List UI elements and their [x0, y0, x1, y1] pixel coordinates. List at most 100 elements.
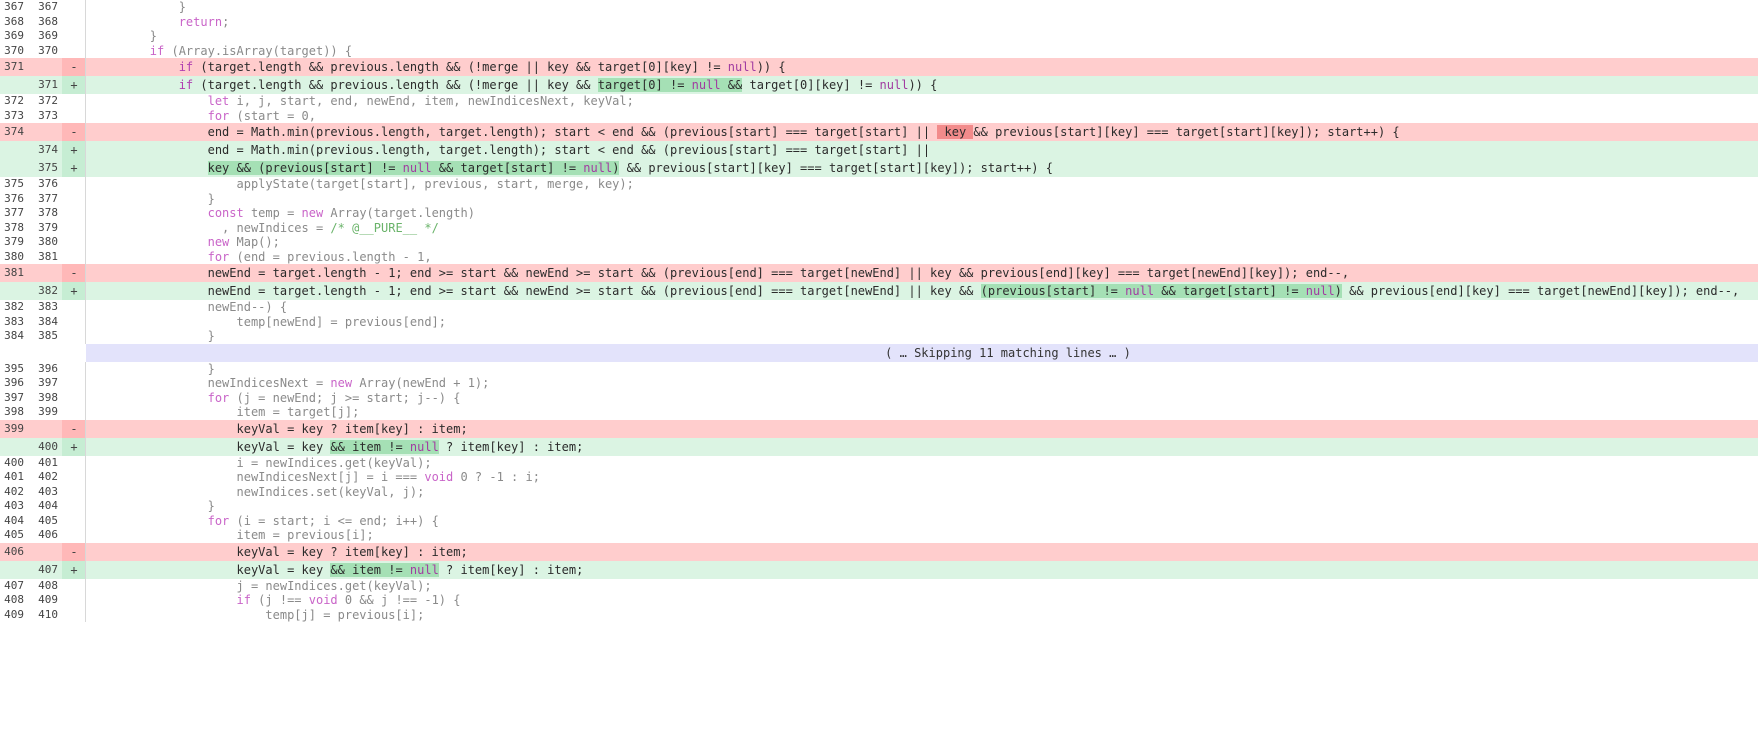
old-line-number: 395 — [4, 361, 24, 375]
gutter-divider — [85, 528, 86, 543]
code-text: const temp = new Array(target.length) — [207, 206, 475, 220]
diff-gutter — [62, 391, 86, 406]
diff-line: 374 - end = Math.min(previous.length, tar… — [0, 123, 1758, 141]
old-line-number: 399 — [4, 421, 24, 435]
code-text: for (start = 0, — [207, 108, 316, 123]
code-text: item = previous[i]; — [92, 528, 374, 542]
new-line-number: 368 — [38, 14, 58, 28]
code-text: keyVal = key ? item[key] : item; — [92, 544, 468, 559]
old-line-number: 398 — [4, 405, 24, 418]
diff-gutter — [62, 15, 86, 30]
code-text: } — [92, 29, 158, 43]
diff-line: 409 410 temp[j] = previous[i]; — [0, 607, 1758, 622]
new-line-number: 401 — [38, 455, 58, 469]
diff-line: 402 403 newIndices.set(keyVal, j); — [0, 484, 1758, 499]
gutter-divider — [85, 177, 86, 192]
added-marker: + — [70, 78, 78, 92]
new-line-number: 397 — [38, 376, 58, 389]
gutter-divider — [85, 455, 86, 470]
old-line-number: 373 — [4, 108, 24, 122]
code-text: if (target.length && previous.length && … — [178, 78, 938, 92]
diff-gutter — [62, 499, 86, 514]
diff-line: 404 405 for (i = start; i <= end; i++) { — [0, 513, 1758, 529]
code-text: keyVal = key && item != null ? item[key]… — [92, 562, 584, 577]
diff-line: 376 377 } — [0, 191, 1758, 206]
old-line-number: 401 — [4, 470, 24, 483]
code-text: newEnd--) { — [92, 300, 288, 314]
diff-line: 373 373 for (start = 0, — [0, 108, 1758, 123]
new-line-number: 371 — [38, 78, 58, 91]
diff-line: 403 404 } — [0, 499, 1758, 514]
new-line-number: 385 — [38, 329, 58, 342]
old-line-number: 408 — [4, 593, 24, 606]
gutter-divider — [85, 513, 86, 528]
gutter-divider — [85, 108, 86, 123]
added-marker: + — [70, 284, 78, 298]
diff-gutter — [62, 44, 86, 59]
diff-gutter — [62, 593, 86, 608]
gutter-divider — [85, 484, 86, 499]
added-marker: + — [70, 143, 78, 157]
diff-line: 368 368 return; — [0, 14, 1758, 30]
diff-line: 383 384 temp[newEnd] = previous[end]; — [0, 314, 1758, 330]
code-text: , newIndices = /* @__PURE__ */ — [92, 220, 439, 235]
gutter-divider — [85, 141, 86, 159]
new-line-number: 384 — [38, 314, 58, 328]
removed-marker: - — [70, 125, 78, 139]
code-text: if (j !== void 0 && j !== -1) { — [236, 593, 461, 607]
diff-line: 377 378 const temp = new Array(target.len… — [0, 206, 1758, 221]
diff-line: 407 + keyVal = key && item != null ? item… — [0, 560, 1758, 579]
code-text: newIndices.set(keyVal, j); — [92, 484, 425, 499]
code-text: i = newIndices.get(keyVal); — [92, 455, 432, 470]
skip-matching-lines[interactable]: ( … Skipping 11 matching lines … ) — [172, 343, 1758, 362]
diff-gutter — [62, 315, 86, 330]
diff-line: 369 369 } — [0, 29, 1758, 44]
diff-line: 395 396 } — [0, 361, 1758, 376]
removed-marker: - — [70, 60, 78, 74]
gutter-divider — [85, 191, 86, 206]
code-text: if (Array.isArray(target)) { — [149, 43, 353, 58]
diff-line: 408 409 if (j !== void 0 && j !== -1) { — [0, 593, 1758, 608]
new-line-number: 381 — [38, 249, 58, 263]
code-text: newEnd = target.length - 1; end >= start… — [92, 266, 1350, 280]
gutter-divider — [85, 390, 86, 405]
new-line-number: 407 — [38, 562, 58, 576]
new-line-number: 380 — [38, 235, 58, 248]
diff-line: 397 398 for (j = newEnd; j >= start; j--)… — [0, 390, 1758, 406]
code-text: for (end = previous.length - 1, — [207, 249, 432, 264]
gutter-divider — [85, 437, 86, 456]
old-line-number: 377 — [4, 206, 24, 219]
code-text: return; — [178, 14, 230, 29]
added-marker: + — [70, 439, 78, 454]
gutter-divider — [85, 607, 86, 622]
gutter-divider — [85, 0, 86, 15]
old-line-number: 396 — [4, 376, 24, 389]
new-line-number: 396 — [38, 361, 58, 375]
old-line-number: 407 — [4, 578, 24, 592]
skip-banner[interactable]: ( … Skipping 11 matching lines … ) — [86, 343, 1758, 362]
gutter-divider — [85, 43, 86, 58]
diff-line: 371 + if (target.length && previous.lengt… — [0, 76, 1758, 94]
diff-line: 398 399 item = target[j]; — [0, 405, 1758, 420]
diff-line: 406 - keyVal = key ? item[key] : item; — [0, 542, 1758, 561]
gutter-divider — [85, 560, 86, 579]
old-line-number: 404 — [4, 513, 24, 527]
new-line-number: 400 — [38, 439, 58, 453]
diff-gutter — [62, 514, 86, 529]
gutter-divider — [85, 123, 86, 141]
old-line-number: 368 — [4, 14, 24, 28]
new-line-number: 409 — [38, 593, 58, 606]
new-line-number: 376 — [38, 177, 58, 190]
new-line-number: 373 — [38, 108, 58, 122]
diff-gutter — [62, 177, 86, 192]
code-text: end = Math.min(previous.length, target.l… — [92, 143, 931, 157]
diff-gutter — [62, 235, 86, 250]
gutter-divider — [85, 76, 86, 94]
new-line-number: 399 — [38, 405, 58, 418]
gutter-divider — [85, 264, 86, 282]
old-line-number: 374 — [4, 125, 24, 138]
diff-gutter — [62, 206, 86, 221]
code-text: newIndicesNext[j] = i === void 0 ? -1 : … — [92, 470, 540, 484]
gutter-divider — [85, 329, 86, 344]
diff-gutter — [62, 456, 86, 471]
